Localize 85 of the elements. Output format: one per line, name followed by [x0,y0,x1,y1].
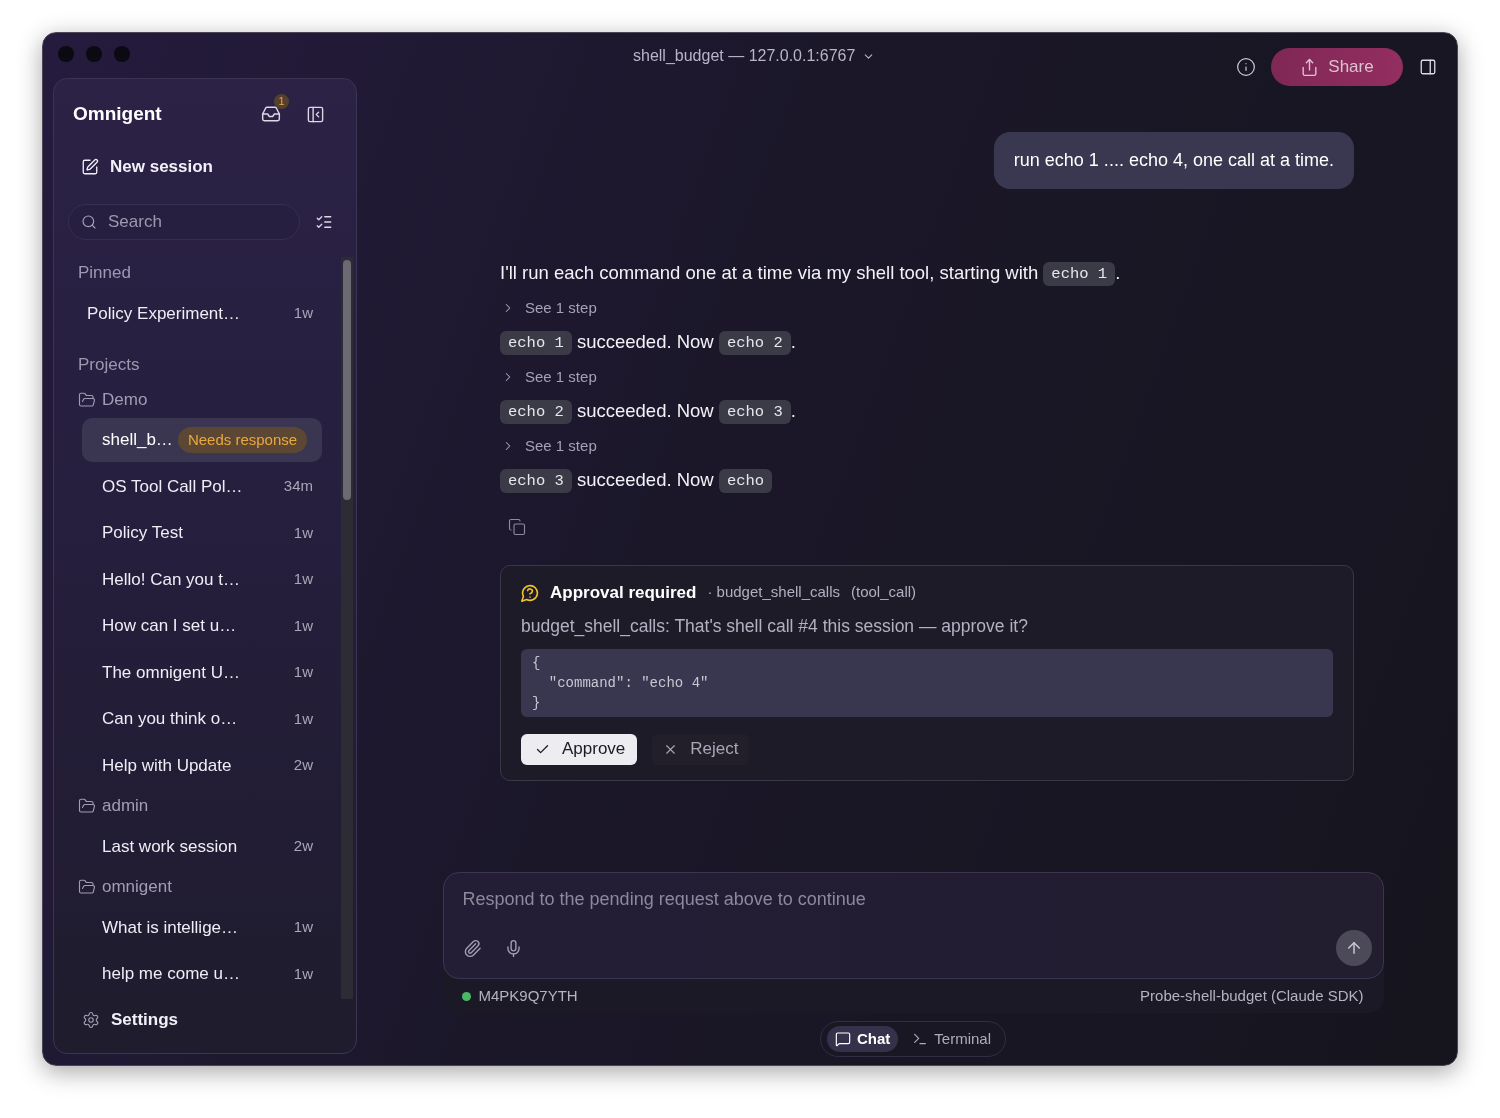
message-text: . [1115,262,1121,283]
session-age: 1w [293,569,313,590]
session-age: 1w [293,917,313,938]
settings-icon [82,1011,100,1029]
session-age: 1w [293,303,313,324]
message-text: I'll run each command one at a time via my shell tool, starting with [500,262,1040,283]
folder-item[interactable]: Demo [67,383,322,416]
paperclip-icon[interactable] [462,938,482,958]
session-age: 2w [293,755,313,776]
question-bubble-icon [521,583,539,602]
folder-item[interactable]: admin [67,790,322,822]
folder-item[interactable]: omnigent [67,871,322,903]
search-field[interactable]: Search [68,204,300,240]
approval-title: Approval required [550,581,697,604]
session-age: 1w [293,708,313,729]
inline-code: echo 3 [718,400,791,425]
scrollbar-thumb[interactable] [343,260,351,500]
message-text: succeeded. Now [575,331,715,352]
session-age: 1w [293,615,313,636]
notification-badge: 1 [274,94,289,109]
status-badge: Needs response [177,427,308,453]
message-text: . [790,331,796,352]
copy-icon[interactable] [508,517,526,536]
agent-name: Probe-shell-budget (Claude SDK) [1140,985,1364,1006]
share-button[interactable]: Share [1271,48,1403,86]
steps-toggle[interactable]: See 1 step [500,434,597,457]
session-item[interactable]: OS Tool Call Pol… 34m [82,464,322,509]
call-type: (tool_call) [851,582,917,603]
inline-code: echo 1 [1043,262,1116,287]
session-age: 1w [293,963,313,984]
new-session-button[interactable]: New session [54,147,356,187]
session-item[interactable]: How can I set u… 1w [82,604,322,648]
session-item[interactable]: Help with Update 2w [82,743,322,788]
session-id: M4PK9Q7YTH [478,985,578,1006]
session-item[interactable]: Last work session 2w [82,824,322,869]
inline-code: echo 2 [718,331,791,356]
panel-right-icon[interactable] [1419,58,1437,76]
reject-button[interactable]: Reject [652,733,749,765]
approval-message: budget_shell_calls: That's shell call #4 this session — approve it? [521,614,1029,638]
info-icon[interactable] [1236,57,1256,77]
session-item[interactable]: Can you think o… 1w [82,697,322,741]
sidebar-toggle-icon[interactable] [306,104,325,124]
settings-button[interactable]: Settings [54,999,356,1041]
speech-bubble-icon [835,1031,851,1047]
session-item[interactable]: Policy Test 1w [82,511,322,555]
filter-list-icon[interactable] [315,213,333,231]
session-item[interactable]: help me come u… 1w [82,952,322,996]
share-icon [1300,57,1320,77]
view-tab[interactable]: Terminal [904,1026,999,1052]
session-item[interactable]: shell_b… Needs response [82,418,322,462]
user-message: run echo 1 .... echo 4, one call at a time. [993,132,1354,189]
session-item[interactable]: Hello! Can you t… 1w [82,557,322,602]
session-item[interactable]: The omnigent U… 1w [82,650,322,695]
payload-code: { "command": "echo 4" } [521,648,1333,717]
steps-toggle[interactable]: See 1 step [500,296,597,319]
edit-icon [81,158,99,176]
folder-icon [78,797,96,815]
message-text: succeeded. Now [575,400,715,421]
session-item[interactable]: Policy Experiment… 1w [67,291,322,336]
inbox-icon[interactable] [261,104,281,124]
message-text: succeeded. Now [575,469,715,490]
inline-code: echo [718,469,773,494]
inline-code: echo 3 [500,469,572,494]
session-age: 2w [293,836,313,857]
folder-icon [78,390,96,409]
inline-code: echo 1 [500,331,572,356]
inline-code: echo 2 [500,400,572,425]
session-age: 34m [283,476,313,497]
app-name: Omnigent [73,101,162,126]
message-text: . [790,400,796,421]
message-input[interactable]: Respond to the pending request above to continue [462,887,1343,911]
session-item[interactable]: What is intellige… 1w [82,905,322,950]
section-heading: Pinned [77,262,132,285]
terminal-icon [912,1031,929,1047]
steps-toggle[interactable]: See 1 step [500,365,597,388]
view-tab[interactable]: Chat [827,1026,899,1052]
session-age: 1w [293,522,313,543]
approve-button[interactable]: Approve [521,733,638,765]
session-age: 1w [293,662,313,683]
policy-name: · budget_shell_calls [707,582,840,603]
folder-icon [78,878,96,896]
section-heading: Projects [77,354,141,377]
search-icon [81,214,97,230]
title-dropdown[interactable]: shell_budget — 127.0.0.1:6767 [633,44,876,68]
send-button[interactable] [1335,930,1372,966]
